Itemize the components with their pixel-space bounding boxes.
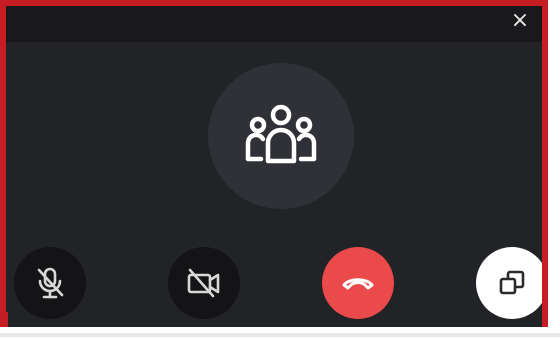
end-call-button[interactable] [322, 247, 394, 319]
close-icon: × [510, 8, 530, 33]
title-bar [6, 6, 542, 42]
restore-window-icon [499, 270, 525, 295]
phone-hangup-icon [342, 278, 374, 290]
popout-window-button[interactable] [476, 247, 542, 319]
group-people-icon [245, 104, 317, 164]
window-border-accent [0, 312, 8, 327]
microphone-off-icon [37, 267, 64, 299]
divider [0, 333, 560, 337]
mute-microphone-button[interactable] [14, 247, 86, 319]
toggle-camera-button[interactable] [168, 247, 240, 319]
camera-off-icon [187, 268, 220, 298]
call-controls [6, 239, 542, 327]
call-window: × [0, 0, 548, 327]
participant-avatar [208, 63, 354, 209]
